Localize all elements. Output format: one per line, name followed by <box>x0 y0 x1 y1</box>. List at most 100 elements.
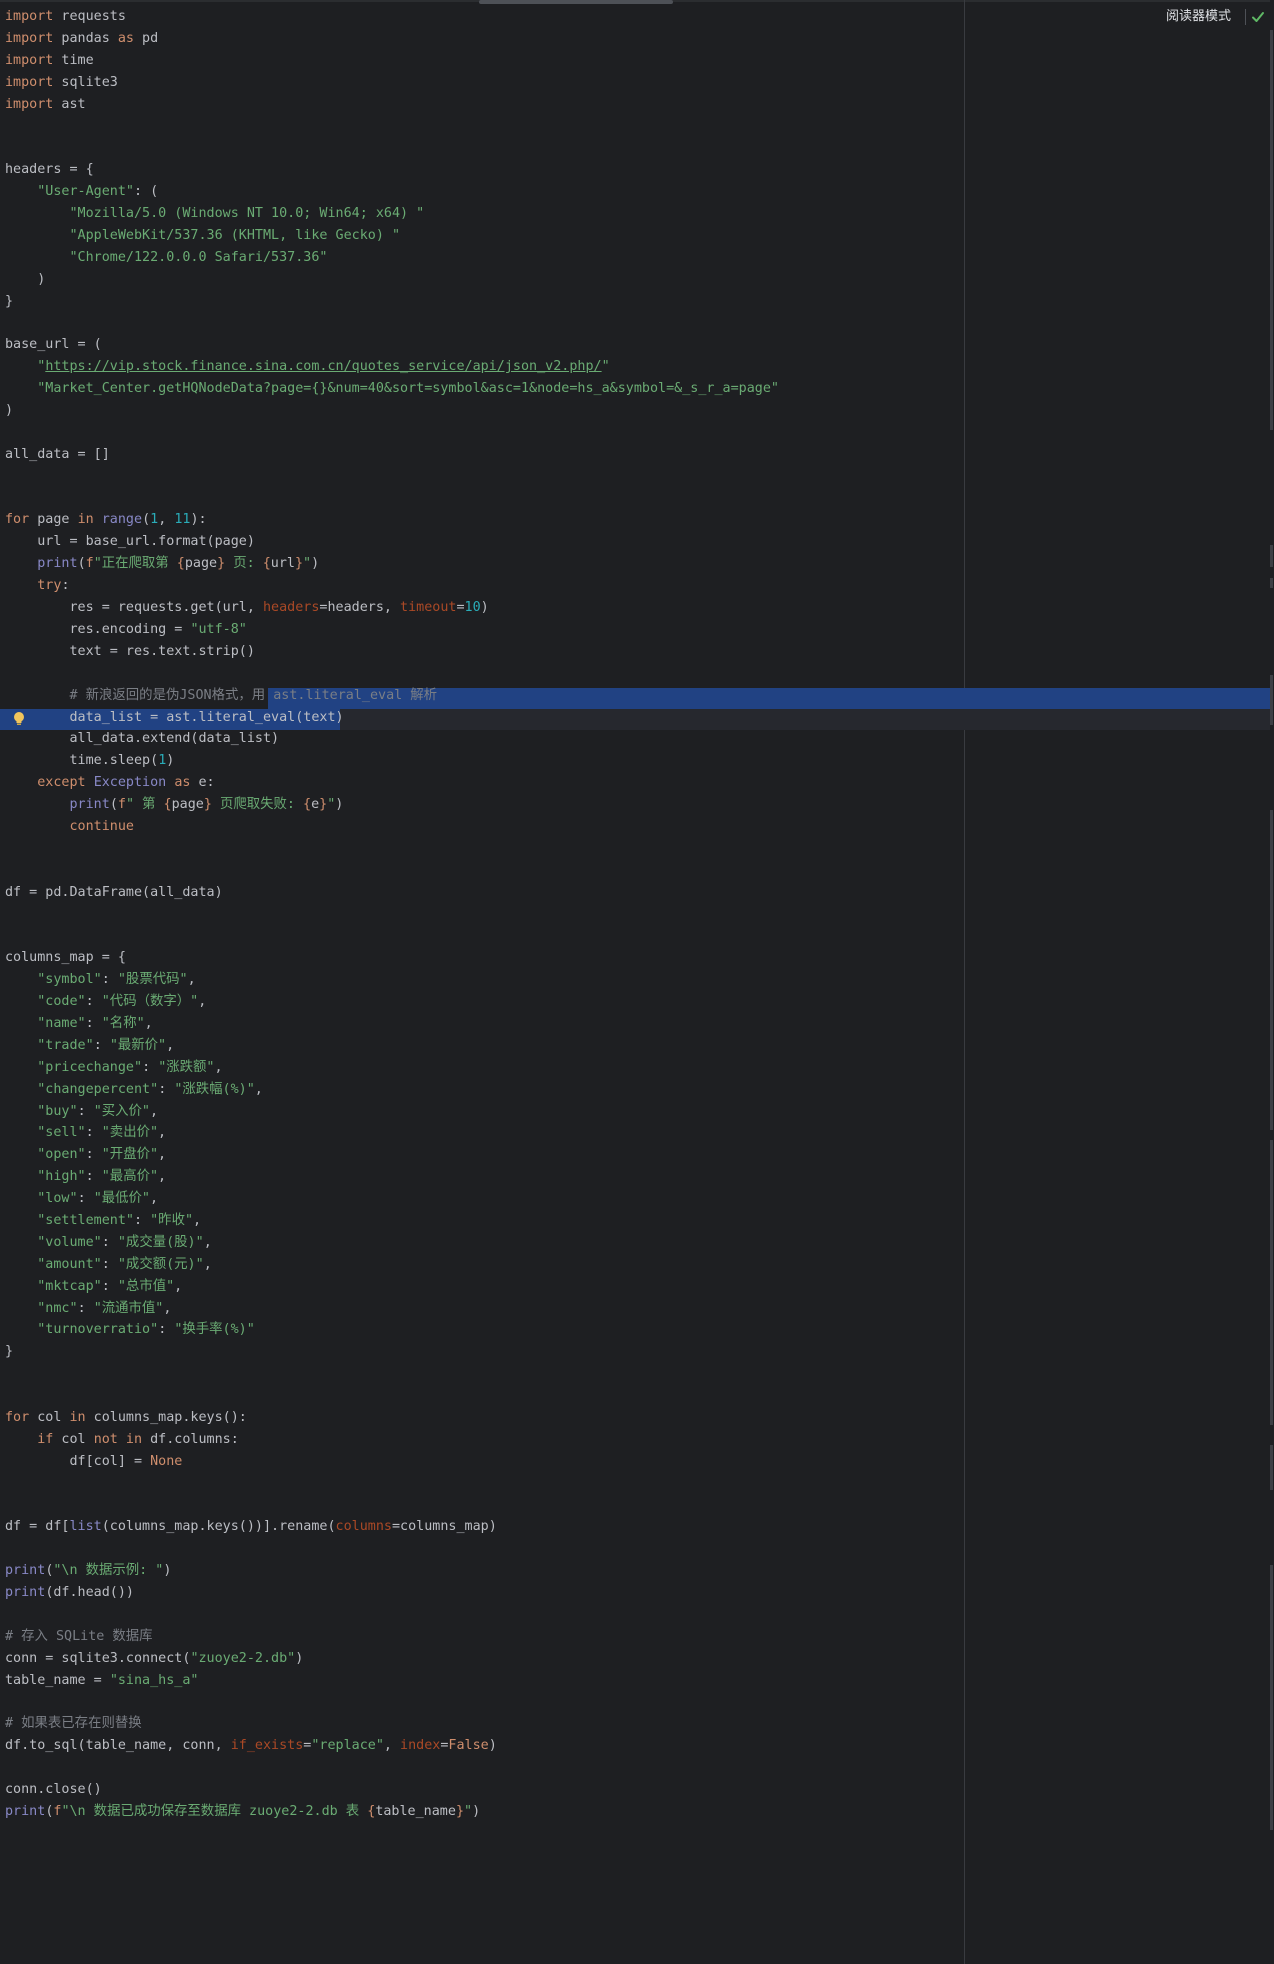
code-line[interactable]: table_name = "sina_hs_a" <box>5 1670 1274 1692</box>
code-line[interactable]: print(f" 第 {page} 页爬取失败: {e}") <box>5 794 1274 816</box>
code-line[interactable]: res = requests.get(url, headers=headers,… <box>5 597 1274 619</box>
code-line[interactable]: url = base_url.format(page) <box>5 531 1274 553</box>
code-token: "buy" <box>37 1103 78 1119</box>
code-line[interactable]: "User-Agent": ( <box>5 181 1274 203</box>
code-line[interactable]: base_url = ( <box>5 334 1274 356</box>
code-line[interactable]: import sqlite3 <box>5 72 1274 94</box>
code-token: : <box>101 1278 118 1294</box>
code-line[interactable]: ​ <box>5 488 1274 510</box>
code-line[interactable]: ​ <box>5 1495 1274 1517</box>
code-line[interactable]: time.sleep(1) <box>5 750 1274 772</box>
code-line[interactable]: import requests <box>5 6 1274 28</box>
code-line[interactable]: "https://vip.stock.finance.sina.com.cn/q… <box>5 356 1274 378</box>
code-line[interactable]: import ast <box>5 94 1274 116</box>
code-line[interactable]: continue <box>5 816 1274 838</box>
code-token: : <box>85 1147 102 1163</box>
code-line[interactable]: ​ <box>5 1385 1274 1407</box>
code-line[interactable]: "settlement": "昨收", <box>5 1210 1274 1232</box>
code-line[interactable]: ​ <box>5 1473 1274 1495</box>
code-line[interactable]: ​ <box>5 860 1274 882</box>
code-line[interactable]: } <box>5 1341 1274 1363</box>
code-line[interactable]: try: <box>5 575 1274 597</box>
code-line[interactable]: "code": "代码（数字）", <box>5 991 1274 1013</box>
code-line[interactable]: ​ <box>5 1363 1274 1385</box>
code-line[interactable]: if col not in df.columns: <box>5 1429 1274 1451</box>
code-line[interactable]: print("\n 数据示例: ") <box>5 1560 1274 1582</box>
code-line[interactable]: ​ <box>5 904 1274 926</box>
code-line[interactable]: "mktcap": "总市值", <box>5 1276 1274 1298</box>
code-line[interactable]: "pricechange": "涨跌额", <box>5 1057 1274 1079</box>
code-line[interactable]: "turnoverratio": "换手率(%)" <box>5 1319 1274 1341</box>
code-line[interactable]: columns_map = { <box>5 947 1274 969</box>
code-line[interactable]: "changepercent": "涨跌幅(%)", <box>5 1079 1274 1101</box>
code-line[interactable]: data_list = ast.literal_eval(text) <box>5 707 1274 729</box>
code-token: , <box>383 1738 401 1754</box>
code-line[interactable]: all_data.extend(data_list) <box>5 728 1274 750</box>
check-icon[interactable] <box>1250 9 1266 25</box>
code-line[interactable]: "symbol": "股票代码", <box>5 969 1274 991</box>
code-line[interactable]: "AppleWebKit/537.36 (KHTML, like Gecko) … <box>5 225 1274 247</box>
code-line[interactable]: df = df[list(columns_map.keys())].rename… <box>5 1516 1274 1538</box>
code-line[interactable]: ) <box>5 269 1274 291</box>
code-line[interactable]: ​ <box>5 422 1274 444</box>
code-line[interactable]: "buy": "买入价", <box>5 1101 1274 1123</box>
code-line[interactable]: df = pd.DataFrame(all_data) <box>5 882 1274 904</box>
horizontal-scrollbar-thumb[interactable] <box>479 0 673 4</box>
code-line[interactable]: df.to_sql(table_name, conn, if_exists="r… <box>5 1735 1274 1757</box>
code-token: ) <box>163 1563 172 1579</box>
code-line[interactable]: # 新浪返回的是伪JSON格式，用 ast.literal_eval 解析 <box>5 685 1274 707</box>
code-line[interactable]: ​ <box>5 925 1274 947</box>
code-line[interactable]: "low": "最低价", <box>5 1188 1274 1210</box>
code-line[interactable]: "volume": "成交量(股)", <box>5 1232 1274 1254</box>
code-token: sqlite3 <box>53 74 118 90</box>
code-line[interactable]: "name": "名称", <box>5 1013 1274 1035</box>
code-line[interactable]: "Market_Center.getHQNodeData?page={}&num… <box>5 378 1274 400</box>
code-line[interactable]: "high": "最高价", <box>5 1166 1274 1188</box>
code-line[interactable]: ​ <box>5 115 1274 137</box>
code-line[interactable]: "open": "开盘价", <box>5 1144 1274 1166</box>
code-line[interactable]: except Exception as e: <box>5 772 1274 794</box>
code-line[interactable]: import time <box>5 50 1274 72</box>
code-line[interactable]: ​ <box>5 1538 1274 1560</box>
lightbulb-icon[interactable] <box>12 711 26 727</box>
code-line[interactable]: # 如果表已存在则替换 <box>5 1713 1274 1735</box>
code-line[interactable]: ​ <box>5 466 1274 488</box>
code-line[interactable]: for page in range(1, 11): <box>5 509 1274 531</box>
reader-mode-button[interactable]: 阅读器模式 <box>1166 6 1231 28</box>
code-line[interactable]: ) <box>5 400 1274 422</box>
code-line[interactable]: ​ <box>5 1692 1274 1714</box>
code-line[interactable]: print(f"\n 数据已成功保存至数据库 zuoye2-2.db 表 {ta… <box>5 1801 1274 1823</box>
code-token: "utf-8" <box>190 621 247 637</box>
code-line[interactable]: text = res.text.strip() <box>5 641 1274 663</box>
code-lines[interactable]: import requests import pandas as pd import… <box>5 6 1274 1823</box>
code-line[interactable]: "amount": "成交额(元)", <box>5 1254 1274 1276</box>
code-token: continue <box>69 818 135 834</box>
code-line[interactable]: ​ <box>5 1757 1274 1779</box>
code-line[interactable]: "nmc": "流通市值", <box>5 1298 1274 1320</box>
code-line[interactable]: print(f"正在爬取第 {page} 页: {url}") <box>5 553 1274 575</box>
code-editor[interactable]: import requests import pandas as pd import… <box>0 0 1274 1964</box>
code-line[interactable]: conn.close() <box>5 1779 1274 1801</box>
scroll-marker <box>1270 1445 1273 1490</box>
code-line[interactable]: df[col] = None <box>5 1451 1274 1473</box>
code-line[interactable]: res.encoding = "utf-8" <box>5 619 1274 641</box>
code-line[interactable]: import pandas as pd <box>5 28 1274 50</box>
code-line[interactable]: ​ <box>5 663 1274 685</box>
code-line[interactable]: ​ <box>5 1604 1274 1626</box>
code-line[interactable]: "sell": "卖出价", <box>5 1122 1274 1144</box>
code-line[interactable]: conn = sqlite3.connect("zuoye2-2.db") <box>5 1648 1274 1670</box>
code-line[interactable]: all_data = [] <box>5 444 1274 466</box>
code-line[interactable]: ​ <box>5 312 1274 334</box>
code-line[interactable]: } <box>5 291 1274 313</box>
code-line[interactable]: headers = { <box>5 159 1274 181</box>
code-line[interactable]: ​ <box>5 838 1274 860</box>
code-line[interactable]: # 存入 SQLite 数据库 <box>5 1626 1274 1648</box>
code-line[interactable]: "trade": "最新价", <box>5 1035 1274 1057</box>
code-token: page <box>184 556 218 572</box>
code-line[interactable]: ​ <box>5 137 1274 159</box>
code-line[interactable]: print(df.head()) <box>5 1582 1274 1604</box>
code-line[interactable]: for col in columns_map.keys(): <box>5 1407 1274 1429</box>
code-line[interactable]: "Mozilla/5.0 (Windows NT 10.0; Win64; x6… <box>5 203 1274 225</box>
code-line[interactable]: "Chrome/122.0.0.0 Safari/537.36" <box>5 247 1274 269</box>
